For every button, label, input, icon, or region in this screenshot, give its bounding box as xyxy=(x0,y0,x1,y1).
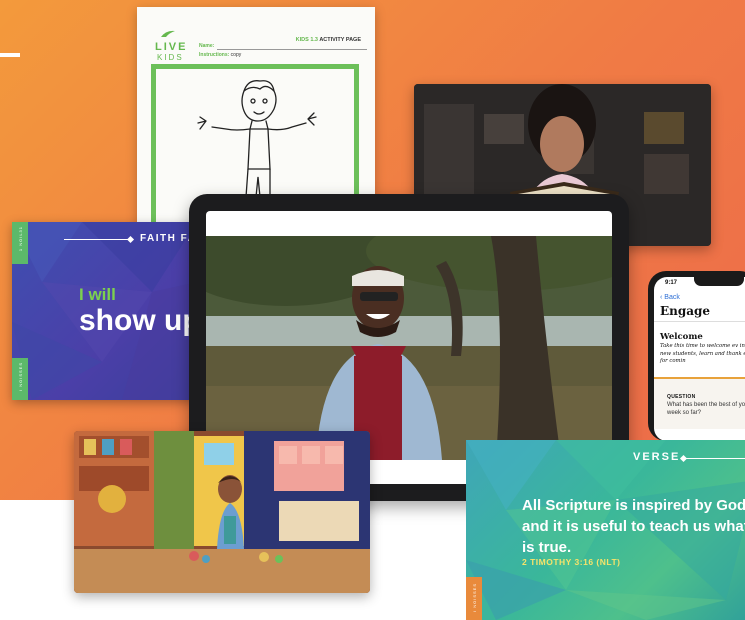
activity-title: ACTIVITY PAGE xyxy=(319,37,361,43)
faith-card: 1 NOIL31 I NOISSES FAITH FA I will show … xyxy=(12,222,197,400)
name-label: Name: xyxy=(199,43,215,49)
man-under-tree-image xyxy=(206,236,612,460)
back-label: Back xyxy=(664,294,680,301)
screen-title: Engage xyxy=(660,304,711,318)
back-button[interactable]: ‹ Back xyxy=(660,294,680,301)
activity-header: KIDS 1.3 ACTIVITY PAGE xyxy=(296,37,361,43)
phone-notch xyxy=(694,277,744,286)
section-title: Welcome xyxy=(660,332,703,342)
tablet-video[interactable] xyxy=(206,236,612,460)
faith-card-title: FAITH FA xyxy=(140,233,197,244)
verse-text: All Scripture is inspired by God and it … xyxy=(522,497,745,556)
verse-card-title: VERSE xyxy=(633,451,681,463)
girl-on-set-image xyxy=(74,431,370,593)
decorative-dash xyxy=(0,53,20,57)
logo-live: LIVE xyxy=(155,41,188,53)
instructions-label: Instructions: xyxy=(199,52,230,58)
title-divider xyxy=(654,321,745,322)
question-text: What has been the best of your week so f… xyxy=(667,402,745,416)
faith-tab-top: 1 NOIL31 xyxy=(12,222,28,264)
phone-device: 9:17 ‹ Back Engage Welcome Take this tim… xyxy=(648,271,745,441)
verse-title-line xyxy=(686,458,745,459)
bird-icon xyxy=(161,30,175,37)
faith-line2: show up xyxy=(79,304,197,337)
verse-tab: I NOISSES xyxy=(466,577,482,620)
activity-code: KIDS 1.3 xyxy=(295,37,318,43)
verse-card: VERSE All Scripture is inspired by God a… xyxy=(466,440,745,620)
kids-set-video[interactable] xyxy=(74,431,370,593)
name-line xyxy=(217,49,367,50)
instructions-row: Instructions: copy xyxy=(199,52,241,58)
question-label: QUESTION xyxy=(667,394,696,400)
phone-time: 9:17 xyxy=(665,280,678,286)
section-body: Take this time to welcome ev introduce n… xyxy=(660,343,745,364)
faith-tab-bottom: I NOISSES xyxy=(12,358,28,400)
logo-kids: KIDS xyxy=(157,53,184,62)
verse-reference: 2 TIMOTHY 3:16 (NLT) xyxy=(522,557,621,567)
instructions-value: copy xyxy=(230,52,242,58)
faith-title-line xyxy=(64,239,130,240)
phone-screen: 9:17 ‹ Back Engage Welcome Take this tim… xyxy=(654,277,745,441)
faith-line1: I will xyxy=(79,285,116,304)
